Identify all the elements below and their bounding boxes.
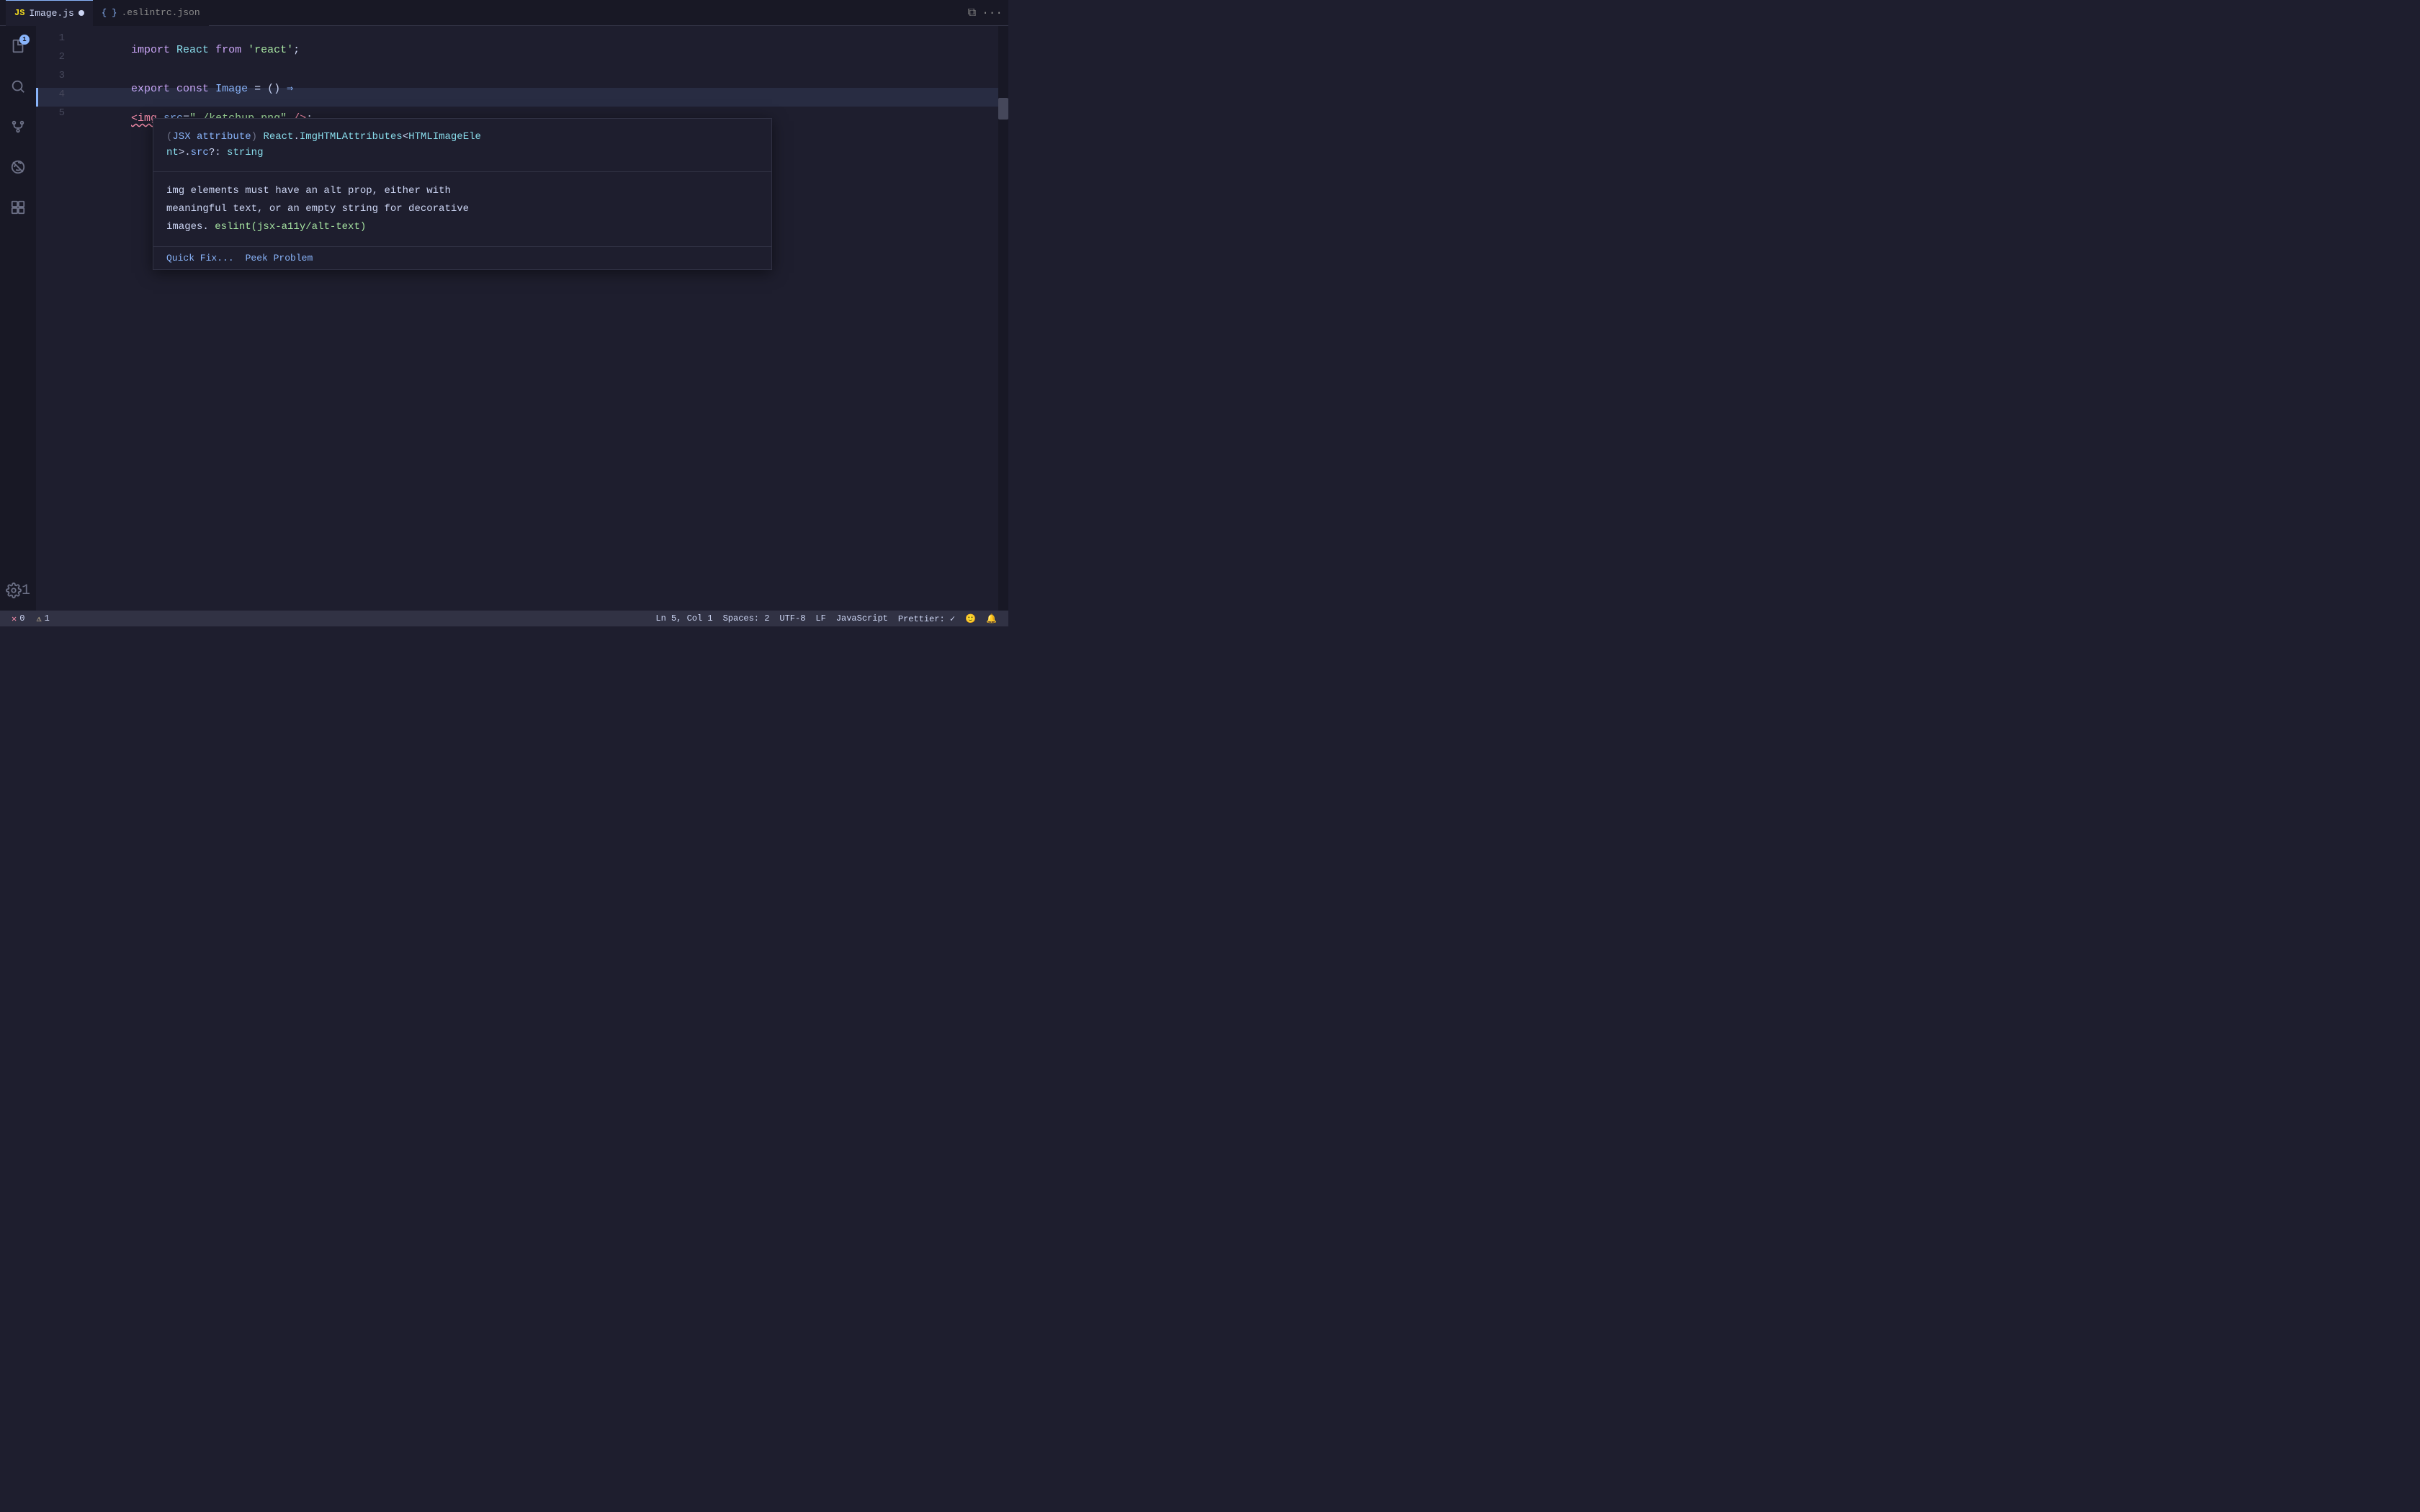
- tab-bar: JS Image.js { } .eslintrc.json ⧉ ···: [0, 0, 1008, 26]
- ln-col: Ln 5, Col 1: [655, 613, 712, 624]
- spaces-label: Spaces: 2: [723, 613, 770, 624]
- tooltip-type-section: (JSX attribute) React.ImgHTMLAttributes<…: [153, 119, 771, 172]
- tab-image-js[interactable]: JS Image.js: [6, 0, 93, 26]
- line-number-4: 4: [36, 89, 79, 100]
- code-line-4: 4 <img src="./ketchup.png" />;: [36, 88, 1008, 107]
- tooltip-jsx-text: JSX attribute: [172, 131, 251, 143]
- feedback-icon[interactable]: 🙂: [961, 613, 980, 624]
- source-control-icon[interactable]: [5, 114, 31, 140]
- line-number-5: 5: [36, 107, 79, 119]
- tooltip-imghtml-text: ImgHTMLAttributes: [300, 131, 403, 143]
- tooltip-src-prop: src: [191, 147, 209, 158]
- files-badge: 1: [19, 35, 30, 45]
- spaces-setting[interactable]: Spaces: 2: [719, 613, 774, 624]
- more-actions-icon[interactable]: ···: [982, 6, 1003, 19]
- peek-problem-link[interactable]: Peek Problem: [246, 253, 313, 264]
- code-line-1: 1 import React from 'react';: [36, 32, 1008, 50]
- code-container: 1 import React from 'react'; 2 3 export …: [36, 26, 1008, 131]
- bell-icon: 🔔: [986, 613, 997, 624]
- line-4-indicator: [36, 88, 38, 107]
- search-icon[interactable]: [5, 73, 31, 99]
- import-keyword: import: [131, 44, 170, 56]
- status-bar: ✕ 0 ⚠ 1 Ln 5, Col 1 Spaces: 2 UTF-8 LF J…: [0, 611, 1008, 626]
- scrollbar-track: [998, 26, 1008, 611]
- tooltip-close-paren: ): [251, 131, 264, 143]
- warning-icon: ⚠: [36, 613, 41, 624]
- tooltip-error-section: img elements must have an alt prop, eith…: [153, 172, 771, 247]
- line-number-3: 3: [36, 70, 79, 81]
- tooltip-nt-text: nt: [166, 147, 179, 158]
- line-ending-label: LF: [815, 613, 825, 624]
- status-right: Ln 5, Col 1 Spaces: 2 UTF-8 LF JavaScrip…: [651, 613, 1001, 624]
- notifications-icon[interactable]: 🔔: [982, 613, 1001, 624]
- line-number-1: 1: [36, 32, 79, 44]
- editor-area: 1 import React from 'react'; 2 3 export …: [36, 26, 1008, 611]
- language-mode[interactable]: JavaScript: [832, 613, 892, 624]
- tab-eslintrc[interactable]: { } .eslintrc.json: [93, 0, 209, 26]
- encoding-setting[interactable]: UTF-8: [775, 613, 810, 624]
- tooltip-actions: Quick Fix... Peek Problem: [153, 246, 771, 269]
- tab-image-js-label: Image.js: [29, 8, 73, 19]
- tooltip-optional: ?:: [209, 147, 221, 158]
- language-label: JavaScript: [836, 613, 888, 624]
- encoding-label: UTF-8: [779, 613, 805, 624]
- react-string: 'react': [248, 44, 293, 56]
- split-editor-icon[interactable]: ⧉: [968, 6, 976, 19]
- formatter-label: Prettier: ✓: [898, 613, 955, 624]
- extensions-icon[interactable]: [5, 194, 31, 220]
- settings-badge: 1: [22, 582, 30, 599]
- warning-number: 1: [45, 613, 50, 624]
- error-icon: ✕: [12, 613, 17, 624]
- quick-fix-link[interactable]: Quick Fix...: [166, 253, 234, 264]
- tab-modified-dot: [79, 10, 84, 16]
- line-content-1: import React from 'react';: [79, 32, 300, 68]
- files-icon[interactable]: 1: [5, 33, 31, 59]
- error-number: 0: [19, 613, 24, 624]
- warning-count[interactable]: ⚠ 1: [32, 611, 53, 626]
- js-file-icon: JS: [14, 8, 24, 18]
- line-content-2: [79, 50, 86, 63]
- tab-actions: ⧉ ···: [968, 6, 1003, 19]
- line-ending-setting[interactable]: LF: [811, 613, 830, 624]
- tooltip-react-text: React: [263, 131, 293, 143]
- from-keyword: from: [215, 44, 241, 56]
- tab-eslintrc-label: .eslintrc.json: [121, 7, 200, 18]
- no-internet-icon[interactable]: [5, 154, 31, 180]
- json-file-icon: { }: [102, 8, 117, 18]
- code-line-3: 3 export const Image = () ⇒: [36, 69, 1008, 88]
- error-count[interactable]: ✕ 0: [7, 611, 29, 626]
- react-identifier: React: [176, 44, 209, 56]
- scrollbar-thumb[interactable]: [998, 98, 1008, 120]
- smiley-icon: 🙂: [965, 613, 976, 624]
- settings-icon[interactable]: 1: [5, 577, 31, 603]
- tooltip-popup: (JSX attribute) React.ImgHTMLAttributes<…: [153, 118, 772, 270]
- tooltip-string-type: string: [221, 147, 264, 158]
- cursor-position[interactable]: Ln 5, Col 1: [651, 613, 717, 624]
- tooltip-eslint-rule: eslint(jsx-a11y/alt-text): [215, 221, 366, 233]
- activity-bar: 1: [0, 26, 36, 611]
- tooltip-htmlimage-text: HTMLImageEle: [408, 131, 481, 143]
- line-number-2: 2: [36, 51, 79, 63]
- formatter-status[interactable]: Prettier: ✓: [894, 613, 959, 624]
